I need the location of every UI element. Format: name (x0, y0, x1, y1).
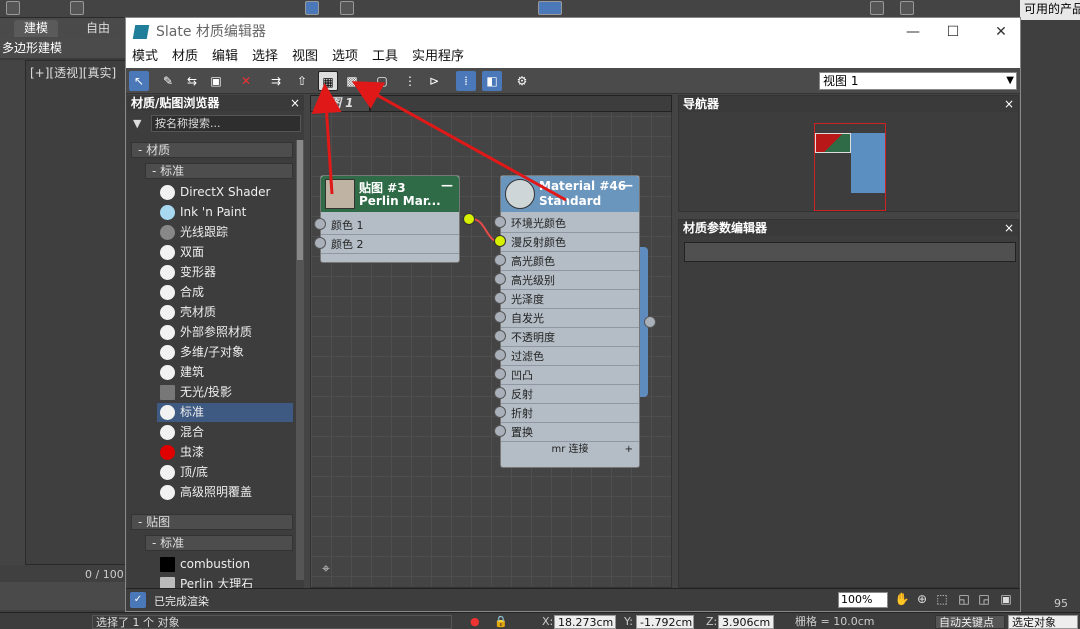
grid-size: 栅格 = 10.0cm (795, 615, 875, 628)
move-icon[interactable] (305, 1, 319, 15)
available-products-tab[interactable]: 可用的产品 (1020, 0, 1080, 20)
navigator-close-icon[interactable]: × (1004, 96, 1014, 112)
binoculars-icon[interactable]: ⌖ (322, 561, 330, 577)
pan-hand-icon[interactable]: ✋ (894, 592, 910, 608)
zoom-select[interactable]: 100% (838, 592, 888, 608)
y-coordinate-field[interactable]: -1.792cm (636, 615, 694, 629)
selection-status: 选择了 1 个 对象 (92, 615, 452, 629)
render-status-message: 已完成渲染 (154, 595, 209, 608)
padlock-icon[interactable]: 🔒 (494, 615, 508, 629)
host-top-toolbar (0, 0, 1080, 18)
frame-number: 95 (1054, 597, 1068, 610)
selection-set-field[interactable]: 选定对象 (1008, 615, 1078, 629)
params-name-field[interactable] (684, 242, 1016, 262)
navigator-map-node-thumb (815, 133, 851, 153)
params-title: 材质参数编辑器 (683, 221, 768, 235)
zoom-icon[interactable]: ⊕ (914, 592, 930, 608)
z-label: Z: (706, 615, 718, 628)
zoom-region-icon[interactable]: ⬚ (934, 592, 950, 608)
zoom-extents-icon[interactable]: ◱ (956, 592, 972, 608)
navigator-header: 导航器 × (679, 96, 1018, 112)
tab-freeform[interactable]: 自由形 (76, 20, 130, 52)
mirror-icon[interactable] (538, 1, 562, 15)
zoom-selected-icon[interactable]: ◲ (976, 592, 992, 608)
slate-material-editor-window: Slate 材质编辑器 — ☐ ✕ 模式 材质 编辑 选择 视图 选项 工具 实… (125, 17, 1021, 612)
navigator-panel: 导航器 × (678, 95, 1019, 212)
params-close-icon[interactable]: × (1004, 220, 1014, 236)
link-icon[interactable] (70, 1, 84, 15)
ribbon-subtab[interactable]: 多边形建模 (0, 38, 130, 58)
perspective-viewport[interactable] (25, 60, 130, 565)
render-setup-icon[interactable] (870, 1, 884, 15)
render-status-icon[interactable]: ✓ (130, 592, 146, 608)
host-status-bar: 选择了 1 个 对象 ● 🔒 X: 18.273cm Y: -1.792cm Z… (0, 612, 1080, 629)
y-label: Y: (624, 615, 633, 628)
viewport-label[interactable]: [+][透视][真实] (30, 64, 116, 81)
auto-key-button[interactable]: 自动关键点 (935, 615, 1005, 629)
material-parameter-editor: 材质参数编辑器 × (678, 219, 1019, 588)
fit-view-icon[interactable]: ▣ (998, 592, 1014, 608)
zoom-value: 100% (841, 593, 873, 606)
z-coordinate-field[interactable]: 3.906cm (718, 615, 774, 629)
frame-counter: 0 / 100 (85, 568, 124, 581)
navigator-material-node-thumb (851, 133, 885, 193)
render-frame-icon[interactable] (900, 1, 914, 15)
host-right-panel: 可用的产品 95 (1020, 0, 1080, 612)
annotation-arrow-2 (351, 81, 567, 202)
rotate-icon[interactable] (340, 1, 354, 15)
x-label: X: (542, 615, 554, 628)
host-left-bar (0, 60, 25, 565)
time-slider[interactable]: 0 / 100 (0, 568, 125, 610)
lock-icon[interactable]: ● (470, 615, 480, 629)
undo-icon[interactable] (6, 1, 20, 15)
editor-status-bar: ✓ 已完成渲染 100% ✋ ⊕ ⬚ ◱ ◲ ▣ (126, 588, 1020, 611)
tab-modeling[interactable]: 建模 (14, 20, 59, 37)
navigator-title: 导航器 (683, 97, 720, 111)
ribbon-tabs: 建模 自由形 (0, 18, 130, 52)
annotation-arrow-1 (311, 83, 342, 195)
x-coordinate-field[interactable]: 18.273cm (554, 615, 616, 629)
params-header: 材质参数编辑器 × (679, 220, 1018, 236)
